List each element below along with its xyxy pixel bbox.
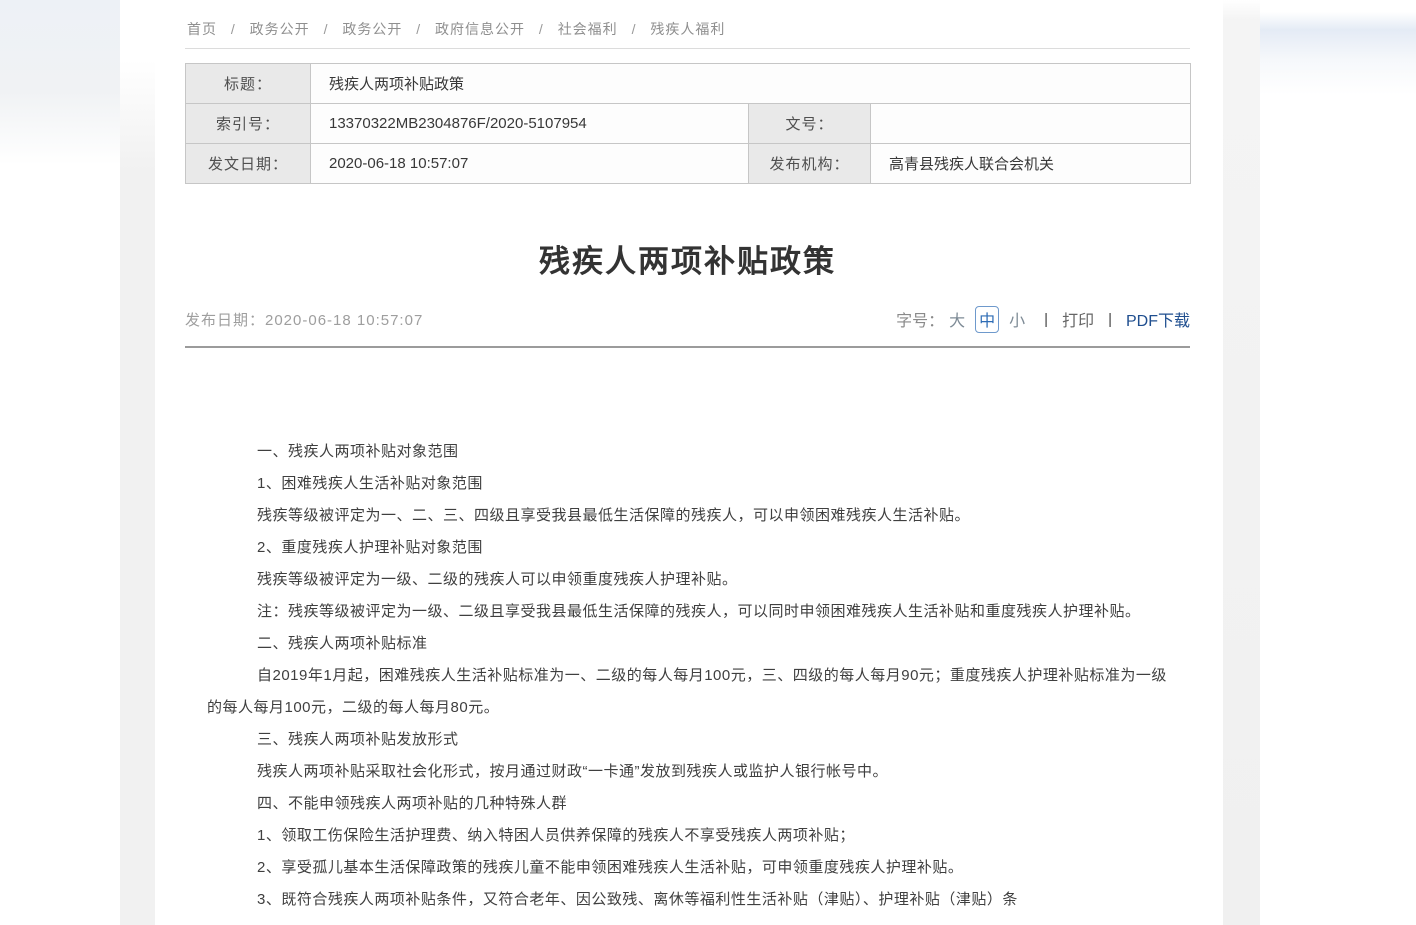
paragraph: 一、残疾人两项补贴对象范围 [207,436,1173,468]
meta-label-doc-number: 文号： [749,104,871,144]
toolbar-separator: | [1044,311,1048,328]
font-size-medium-button[interactable]: 中 [975,306,999,333]
background-right-strip [1223,0,1260,925]
background-right-top-gradient [1260,0,1416,160]
header-divider [185,346,1190,348]
content-panel: 首页 / 政务公开 / 政务公开 / 政府信息公开 / 社会福利 / 残疾人福利… [155,0,1223,925]
document-meta-table: 标题： 残疾人两项补贴政策 索引号： 13370322MB2304876F/20… [185,63,1191,184]
breadcrumb-home[interactable]: 首页 [187,21,217,37]
background-left-gradient [0,0,120,165]
paragraph: 3、既符合残疾人两项补贴条件，又符合老年、因公致残、离休等福利性生活补贴（津贴）… [207,884,1173,916]
paragraph: 残疾等级被评定为一、二、三、四级且享受我县最低生活保障的残疾人，可以申领困难残疾… [207,500,1173,532]
font-size-small-button[interactable]: 小 [1009,307,1025,331]
breadcrumb-zhengwu-1[interactable]: 政务公开 [250,21,310,37]
paragraph: 1、领取工伤保险生活护理费、纳入特困人员供养保障的残疾人不享受残疾人两项补贴； [207,820,1173,852]
breadcrumb-separator: / [324,21,329,37]
article-body: 一、残疾人两项补贴对象范围 1、困难残疾人生活补贴对象范围 残疾等级被评定为一、… [207,436,1173,916]
paragraph: 残疾等级被评定为一级、二级的残疾人可以申领重度残疾人护理补贴。 [207,564,1173,596]
font-size-label: 字号： [896,307,944,331]
meta-value-issuing-agency: 高青县残疾人联合会机关 [871,144,1191,184]
paragraph: 自2019年1月起，困难残疾人生活补贴标准为一、二级的每人每月100元，三、四级… [207,660,1173,724]
article-meta-row: 发布日期：2020-06-18 10:57:07 字号： 大 中 小 | 打印 … [185,305,1190,333]
breadcrumb-separator: / [632,21,637,37]
table-row: 发文日期： 2020-06-18 10:57:07 发布机构： 高青县残疾人联合… [186,144,1191,184]
meta-value-title: 残疾人两项补贴政策 [311,64,1191,104]
paragraph: 四、不能申领残疾人两项补贴的几种特殊人群 [207,788,1173,820]
breadcrumb-separator: / [416,21,421,37]
breadcrumb-separator: / [539,21,544,37]
paragraph: 2、重度残疾人护理补贴对象范围 [207,532,1173,564]
breadcrumb-zhengwu-2[interactable]: 政务公开 [342,21,402,37]
meta-label-issuing-agency: 发布机构： [749,144,871,184]
table-row: 标题： 残疾人两项补贴政策 [186,64,1191,104]
background-left-strip [120,0,155,925]
toolbar-separator: | [1108,311,1112,328]
meta-label-index-number: 索引号： [186,104,311,144]
breadcrumb: 首页 / 政务公开 / 政务公开 / 政府信息公开 / 社会福利 / 残疾人福利 [185,0,1190,49]
paragraph: 2、享受孤儿基本生活保障政策的残疾儿童不能申领困难残疾人生活补贴，可申领重度残疾… [207,852,1173,884]
article-toolbar: 字号： 大 中 小 | 打印 | PDF下载 [896,306,1190,333]
font-size-large-button[interactable]: 大 [949,307,965,331]
publish-date: 发布日期：2020-06-18 10:57:07 [185,309,423,330]
meta-value-issue-date: 2020-06-18 10:57:07 [311,144,749,184]
pdf-download-button[interactable]: PDF下载 [1126,307,1190,331]
paragraph: 三、残疾人两项补贴发放形式 [207,724,1173,756]
print-button[interactable]: 打印 [1062,307,1094,331]
meta-label-issue-date: 发文日期： [186,144,311,184]
table-row: 索引号： 13370322MB2304876F/2020-5107954 文号： [186,104,1191,144]
meta-value-index-number: 13370322MB2304876F/2020-5107954 [311,104,749,144]
breadcrumb-current-page: 残疾人福利 [650,21,725,37]
page-title: 残疾人两项补贴政策 [185,236,1190,281]
meta-value-doc-number [871,104,1191,144]
paragraph: 二、残疾人两项补贴标准 [207,628,1173,660]
breadcrumb-gov-info[interactable]: 政府信息公开 [435,21,525,37]
breadcrumb-separator: / [231,21,236,37]
meta-label-title: 标题： [186,64,311,104]
paragraph: 1、困难残疾人生活补贴对象范围 [207,468,1173,500]
paragraph: 注：残疾等级被评定为一级、二级且享受我县最低生活保障的残疾人，可以同时申领困难残… [207,596,1173,628]
paragraph: 残疾人两项补贴采取社会化形式，按月通过财政“一卡通”发放到残疾人或监护人银行帐号… [207,756,1173,788]
breadcrumb-social-welfare[interactable]: 社会福利 [558,21,618,37]
